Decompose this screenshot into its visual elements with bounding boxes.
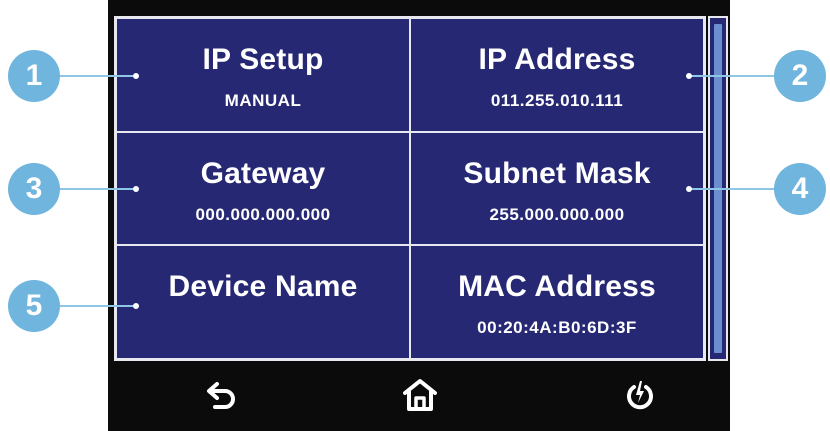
callout-4-leader-end	[686, 186, 692, 192]
mac-address-label: MAC Address	[458, 270, 656, 304]
network-settings-grid: IP Setup MANUAL IP Address 011.255.010.1…	[114, 16, 706, 361]
ip-setup-label: IP Setup	[202, 43, 324, 76]
ip-setup-value: MANUAL	[224, 91, 302, 110]
home-icon	[403, 379, 437, 411]
callout-4-leader	[690, 188, 780, 190]
ip-address-label: IP Address	[478, 43, 636, 76]
callout-1-leader-end	[133, 73, 139, 79]
home-button[interactable]	[398, 375, 442, 415]
back-button[interactable]	[200, 375, 244, 415]
mac-address-value: 00:20:4A:B0:6D:3F	[477, 318, 637, 338]
bottom-nav-bar	[108, 361, 730, 431]
callout-3-leader-end	[133, 186, 139, 192]
power-button[interactable]	[618, 375, 662, 415]
callout-3-leader	[58, 188, 136, 190]
back-arrow-icon	[207, 382, 235, 409]
device-name-label: Device Name	[168, 270, 358, 304]
callout-badge-2: 2	[774, 50, 826, 102]
subnet-mask-value: 255.000.000.000	[489, 204, 625, 224]
subnet-mask-button[interactable]: Subnet Mask 255.000.000.000	[411, 132, 703, 245]
callout-badge-5: 5	[8, 280, 60, 332]
gateway-value: 000.000.000.000	[195, 204, 331, 224]
annotated-device-screen: IP Setup MANUAL IP Address 011.255.010.1…	[0, 0, 830, 431]
ip-address-value: 011.255.010.111	[490, 91, 624, 110]
gateway-button[interactable]: Gateway 000.000.000.000	[117, 132, 409, 245]
power-icon	[627, 381, 653, 410]
device-name-button[interactable]: Device Name	[117, 246, 409, 358]
callout-1-leader	[58, 75, 136, 77]
ip-address-button[interactable]: IP Address 011.255.010.111	[411, 19, 703, 131]
callout-badge-3: 3	[8, 163, 60, 215]
ip-setup-button[interactable]: IP Setup MANUAL	[117, 19, 409, 131]
callout-badge-4: 4	[774, 163, 826, 215]
callout-2-leader-end	[686, 73, 692, 79]
gateway-label: Gateway	[200, 156, 326, 190]
subnet-mask-label: Subnet Mask	[463, 156, 651, 190]
callout-2-leader	[690, 75, 780, 77]
callout-5-leader-end	[133, 303, 139, 309]
callout-badge-1: 1	[8, 50, 60, 102]
callout-5-leader	[58, 305, 136, 307]
mac-address-button[interactable]: MAC Address 00:20:4A:B0:6D:3F	[411, 246, 703, 358]
